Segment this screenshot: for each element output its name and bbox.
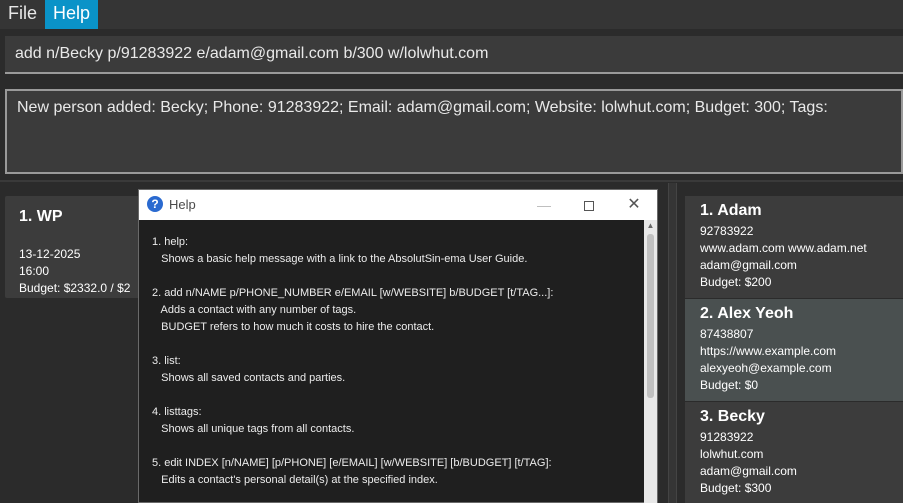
- person-name: 1. Adam: [700, 202, 762, 219]
- scroll-thumb[interactable]: [647, 234, 654, 398]
- help-text-line: [152, 387, 644, 404]
- help-question-icon: ?: [147, 196, 163, 212]
- help-text-line: BUDGET refers to how much it costs to hi…: [152, 321, 435, 333]
- command-input-value: add n/Becky p/91283922 e/adam@gmail.com …: [15, 45, 489, 62]
- help-text-line: [152, 438, 644, 455]
- help-text-line: Shows a basic help message with a link t…: [152, 253, 528, 265]
- help-text-line: Shows all unique tags from all contacts.: [152, 423, 355, 435]
- person-website: https://www.example.com: [700, 344, 837, 358]
- menu-file[interactable]: File: [0, 0, 45, 29]
- help-window-title: Help: [169, 197, 196, 212]
- help-text-line: 3. list:: [152, 355, 181, 367]
- maximize-button[interactable]: [574, 194, 604, 216]
- menu-bar: File Help: [0, 0, 903, 29]
- close-icon: ✕: [627, 196, 641, 213]
- menu-help[interactable]: Help: [45, 0, 99, 29]
- help-window: ? Help — ✕ 1. help: Shows a basic help m…: [138, 189, 658, 503]
- person-card[interactable]: 1. Adam 92783922 www.adam.com www.adam.n…: [685, 196, 903, 298]
- section-divider: [0, 180, 903, 182]
- person-card[interactable]: 3. Becky 91283922 lolwhut.com adam@gmail…: [685, 402, 903, 503]
- help-text-line: Adds a contact with any number of tags.: [152, 304, 357, 316]
- person-website: lolwhut.com: [700, 447, 764, 461]
- scroll-up-arrow-icon[interactable]: ▲: [644, 220, 657, 232]
- help-window-titlebar[interactable]: ? Help — ✕: [139, 190, 657, 220]
- help-text-line: [152, 268, 644, 285]
- minimize-button[interactable]: —: [529, 194, 559, 216]
- party-budget: Budget: $2332.0 / $2: [19, 281, 131, 295]
- person-email: adam@gmail.com: [700, 258, 797, 272]
- person-phone: 91283922: [700, 430, 754, 444]
- person-email: alexyeoh@example.com: [700, 361, 832, 375]
- help-text-line: 4. listtags:: [152, 406, 202, 418]
- person-budget: Budget: $0: [700, 378, 759, 392]
- person-name: 3. Becky: [700, 408, 765, 425]
- minimize-icon: —: [537, 197, 551, 213]
- party-time: 16:00: [19, 264, 50, 278]
- person-card[interactable]: 2. Alex Yeoh 87438807 https://www.exampl…: [685, 299, 903, 401]
- result-text: New person added: Becky; Phone: 91283922…: [17, 99, 828, 116]
- command-input[interactable]: add n/Becky p/91283922 e/adam@gmail.com …: [5, 36, 903, 74]
- party-name: 1. WP: [19, 208, 63, 225]
- split-pane-divider[interactable]: [668, 183, 677, 503]
- help-scrollbar[interactable]: ▲: [644, 220, 657, 503]
- person-list-panel: 1. Adam 92783922 www.adam.com www.adam.n…: [677, 183, 903, 503]
- close-button[interactable]: ✕: [619, 194, 649, 216]
- help-text-line: 2. add n/NAME p/PHONE_NUMBER e/EMAIL [w/…: [152, 287, 554, 299]
- person-phone: 92783922: [700, 224, 754, 238]
- person-budget: Budget: $300: [700, 481, 772, 495]
- help-text-line: 5. edit INDEX [n/NAME] [p/PHONE] [e/EMAI…: [152, 457, 552, 469]
- help-text-line: Edits a contact's personal detail(s) at …: [152, 474, 438, 486]
- help-text-line: Shows all saved contacts and parties.: [152, 372, 346, 384]
- person-phone: 87438807: [700, 327, 754, 341]
- person-budget: Budget: $200: [700, 275, 772, 289]
- party-date: 13-12-2025: [19, 247, 81, 261]
- maximize-icon: [584, 201, 594, 212]
- result-display[interactable]: New person added: Becky; Phone: 91283922…: [5, 89, 903, 174]
- person-name: 2. Alex Yeoh: [700, 305, 794, 322]
- help-text-line: [152, 336, 644, 353]
- person-email: adam@gmail.com: [700, 464, 797, 478]
- person-website: www.adam.com www.adam.net: [700, 241, 867, 255]
- help-text-area[interactable]: 1. help: Shows a basic help message with…: [139, 220, 644, 503]
- help-text-line: 1. help:: [152, 236, 189, 248]
